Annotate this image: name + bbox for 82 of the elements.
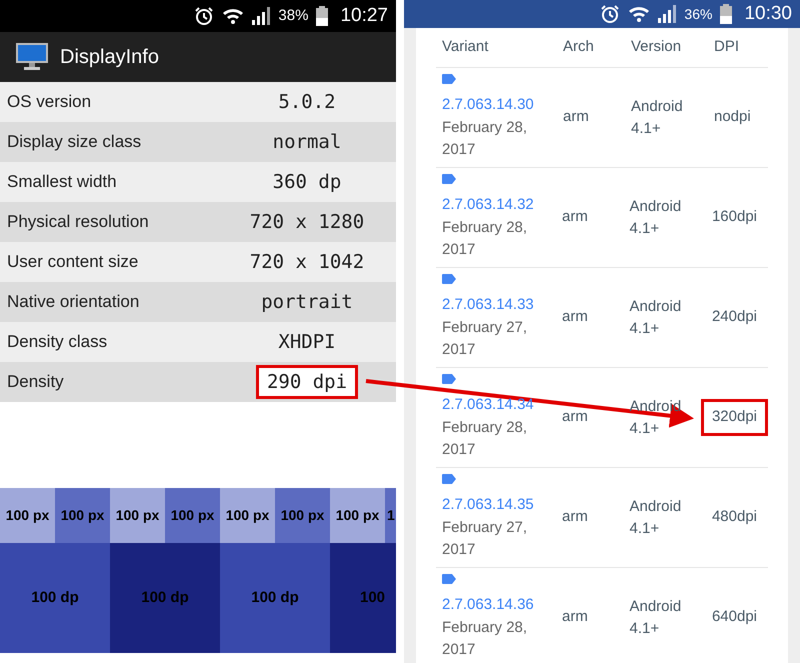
arch-cell-text: arm: [563, 107, 590, 128]
info-value: 720 x 1042: [248, 250, 366, 275]
release-date: February 27, 2017: [442, 318, 528, 360]
info-label: User content size: [6, 251, 140, 274]
dpi-cell-text: nodpi: [713, 107, 752, 128]
version-cell-text: Android 4.1+: [629, 196, 682, 238]
arch-cell-text: arm: [562, 207, 589, 228]
variant-link[interactable]: 2.7.063.14.32: [442, 194, 534, 217]
clock-time: 10:30: [744, 2, 792, 26]
px-block: 100 px: [275, 488, 330, 543]
dpi-cell-text: 480dpi: [710, 507, 758, 528]
info-label: Display size class: [6, 131, 142, 154]
column-header: Variant: [442, 37, 490, 58]
release-date: February 28, 2017: [442, 418, 528, 460]
battery-icon: [720, 4, 732, 24]
tag-icon: [442, 574, 456, 584]
info-value: normal: [272, 130, 342, 155]
px-block: 100 px: [220, 488, 275, 543]
px-block: 1: [385, 488, 396, 543]
arch-cell-text: arm: [562, 607, 589, 628]
variant-link[interactable]: 2.7.063.14.36: [442, 594, 534, 617]
info-value: 5.0.2: [277, 90, 337, 115]
monitor-icon: [16, 43, 48, 71]
battery-percent: 38%: [278, 6, 308, 26]
version-cell-text: Android 4.1+: [629, 496, 682, 538]
column-header: DPI: [714, 37, 740, 58]
dp-block: 100 dp: [110, 543, 220, 653]
tag-icon: [442, 174, 456, 184]
signal-icon: [658, 5, 676, 23]
version-cell-text: Android 4.1+: [629, 396, 682, 438]
info-value: XHDPI: [277, 330, 337, 355]
info-label: Native orientation: [6, 291, 140, 314]
release-date: February 27, 2017: [442, 518, 528, 560]
arch-cell-text: arm: [562, 407, 589, 428]
px-block: 100 px: [110, 488, 165, 543]
variant-link[interactable]: 2.7.063.14.34: [442, 394, 534, 417]
tag-icon: [442, 474, 456, 484]
info-value: portrait: [260, 290, 354, 315]
info-label: Density class: [6, 331, 108, 354]
dp-block: 100 dp: [220, 543, 330, 653]
info-value: 360 dp: [272, 170, 342, 195]
info-label: Physical resolution: [6, 211, 150, 234]
dpi-cell-text: 640dpi: [710, 607, 758, 628]
arch-cell-text: arm: [562, 307, 589, 328]
dp-block: 100: [330, 543, 396, 653]
dpi-cell-text: 240dpi: [710, 307, 758, 328]
info-value: 720 x 1280: [248, 210, 366, 235]
alarm-clock-icon: [600, 4, 620, 24]
variant-link[interactable]: 2.7.063.14.30: [442, 94, 534, 117]
dpi-cell: 320dpi: [700, 399, 768, 436]
battery-icon: [316, 6, 328, 26]
variant-link[interactable]: 2.7.063.14.33: [442, 294, 534, 317]
variant-link[interactable]: 2.7.063.14.35: [442, 494, 534, 517]
battery-percent: 36%: [684, 4, 712, 24]
version-cell-text: Android 4.1+: [629, 296, 682, 338]
column-header: Version: [631, 37, 682, 58]
release-date: February 28, 2017: [442, 118, 528, 160]
info-value: 290 dpi: [256, 364, 358, 400]
info-label: OS version: [6, 91, 92, 114]
px-block: 100 px: [55, 488, 110, 543]
arch-cell-text: arm: [562, 507, 589, 528]
version-cell-text: Android 4.1+: [631, 96, 684, 138]
info-label: Density: [6, 371, 65, 394]
tag-icon: [442, 374, 456, 384]
column-header: Arch: [563, 37, 595, 58]
px-block: 100 px: [330, 488, 385, 543]
px-block: 100 px: [165, 488, 220, 543]
signal-icon: [252, 7, 270, 25]
tag-icon: [442, 74, 456, 84]
tag-icon: [442, 274, 456, 284]
dpi-cell-text: 160dpi: [710, 207, 758, 228]
version-cell-text: Android 4.1+: [629, 596, 682, 638]
wifi-icon: [628, 5, 650, 23]
release-date: February 28, 2017: [442, 618, 528, 660]
dp-block: 100 dp: [0, 543, 110, 653]
alarm-clock-icon: [194, 6, 214, 26]
clock-time: 10:27: [340, 4, 388, 28]
px-block: 100 px: [0, 488, 55, 543]
release-date: February 28, 2017: [442, 218, 528, 260]
app-title: DisplayInfo: [60, 45, 159, 70]
wifi-icon: [222, 7, 244, 25]
info-label: Smallest width: [6, 171, 118, 194]
